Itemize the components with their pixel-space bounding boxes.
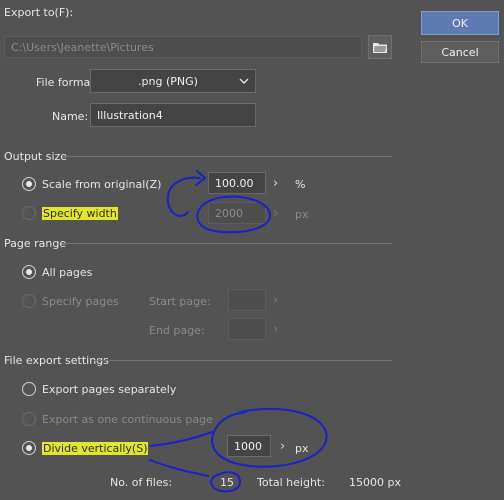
folder-icon: [373, 43, 387, 53]
export-continuous-label[interactable]: Export as one continuous page: [42, 413, 213, 426]
divide-chevron-right-icon[interactable]: ›: [280, 439, 285, 454]
output-size-divider: [62, 156, 392, 157]
specify-pages-label[interactable]: Specify pages: [42, 295, 119, 308]
chevron-down-icon: [239, 78, 249, 84]
scale-arrow-annotation: [166, 176, 201, 217]
width-chevron-right-icon[interactable]: ›: [273, 206, 278, 221]
divide-arrow-annotation: [149, 431, 213, 447]
total-height-label: Total height:: [257, 476, 325, 489]
specify-width-label[interactable]: Specify width: [42, 207, 118, 220]
scale-unit: %: [295, 178, 306, 191]
start-page-chevron-right-icon[interactable]: ›: [273, 293, 278, 308]
files-count-value: 15: [220, 476, 234, 489]
export-separately-radio[interactable]: [22, 382, 36, 396]
start-page-input[interactable]: [228, 289, 266, 311]
file-export-divider: [94, 360, 392, 361]
export-separately-label[interactable]: Export pages separately: [42, 383, 176, 396]
all-pages-radio[interactable]: [22, 265, 36, 279]
scale-radio[interactable]: [22, 177, 36, 191]
end-page-input[interactable]: [228, 318, 266, 340]
end-page-label: End page:: [149, 324, 205, 337]
all-pages-label[interactable]: All pages: [42, 266, 92, 279]
file-format-select[interactable]: .png (PNG): [90, 69, 256, 93]
file-format-label: File format:: [36, 76, 99, 89]
export-path-field[interactable]: C:\Users\Jeanette\Pictures: [4, 36, 362, 58]
output-size-heading: Output size: [4, 150, 68, 163]
scale-label[interactable]: Scale from original(Z): [42, 178, 161, 191]
page-range-heading: Page range: [4, 237, 67, 250]
width-unit: px: [295, 208, 309, 221]
scale-input[interactable]: 100.00: [208, 172, 266, 194]
specify-width-radio[interactable]: [22, 206, 36, 220]
divide-vertically-radio[interactable]: [22, 441, 36, 455]
total-height-value: 15000 px: [349, 476, 401, 489]
width-input[interactable]: 2000: [208, 202, 266, 224]
files-count-label: No. of files:: [110, 476, 173, 489]
name-label: Name:: [52, 110, 89, 123]
file-format-value: .png (PNG): [138, 74, 198, 88]
start-page-label: Start page:: [149, 295, 211, 308]
files-arrow-annotation: [149, 459, 209, 477]
page-range-divider: [62, 243, 392, 244]
export-to-label: Export to(F):: [4, 6, 74, 19]
browse-folder-button[interactable]: [368, 35, 392, 59]
export-continuous-radio[interactable]: [22, 412, 36, 426]
name-input[interactable]: Illustration4: [90, 103, 256, 127]
divide-vertically-label[interactable]: Divide vertically(S): [42, 442, 149, 455]
end-page-chevron-right-icon[interactable]: ›: [273, 322, 278, 337]
cancel-button[interactable]: Cancel: [421, 41, 499, 63]
specify-pages-radio[interactable]: [22, 294, 36, 308]
divide-height-input[interactable]: 1000: [227, 435, 271, 457]
scale-arrowhead-annotation: [195, 170, 207, 186]
scale-chevron-right-icon[interactable]: ›: [273, 176, 278, 191]
divide-unit: px: [295, 442, 309, 455]
ok-button[interactable]: OK: [421, 11, 499, 35]
